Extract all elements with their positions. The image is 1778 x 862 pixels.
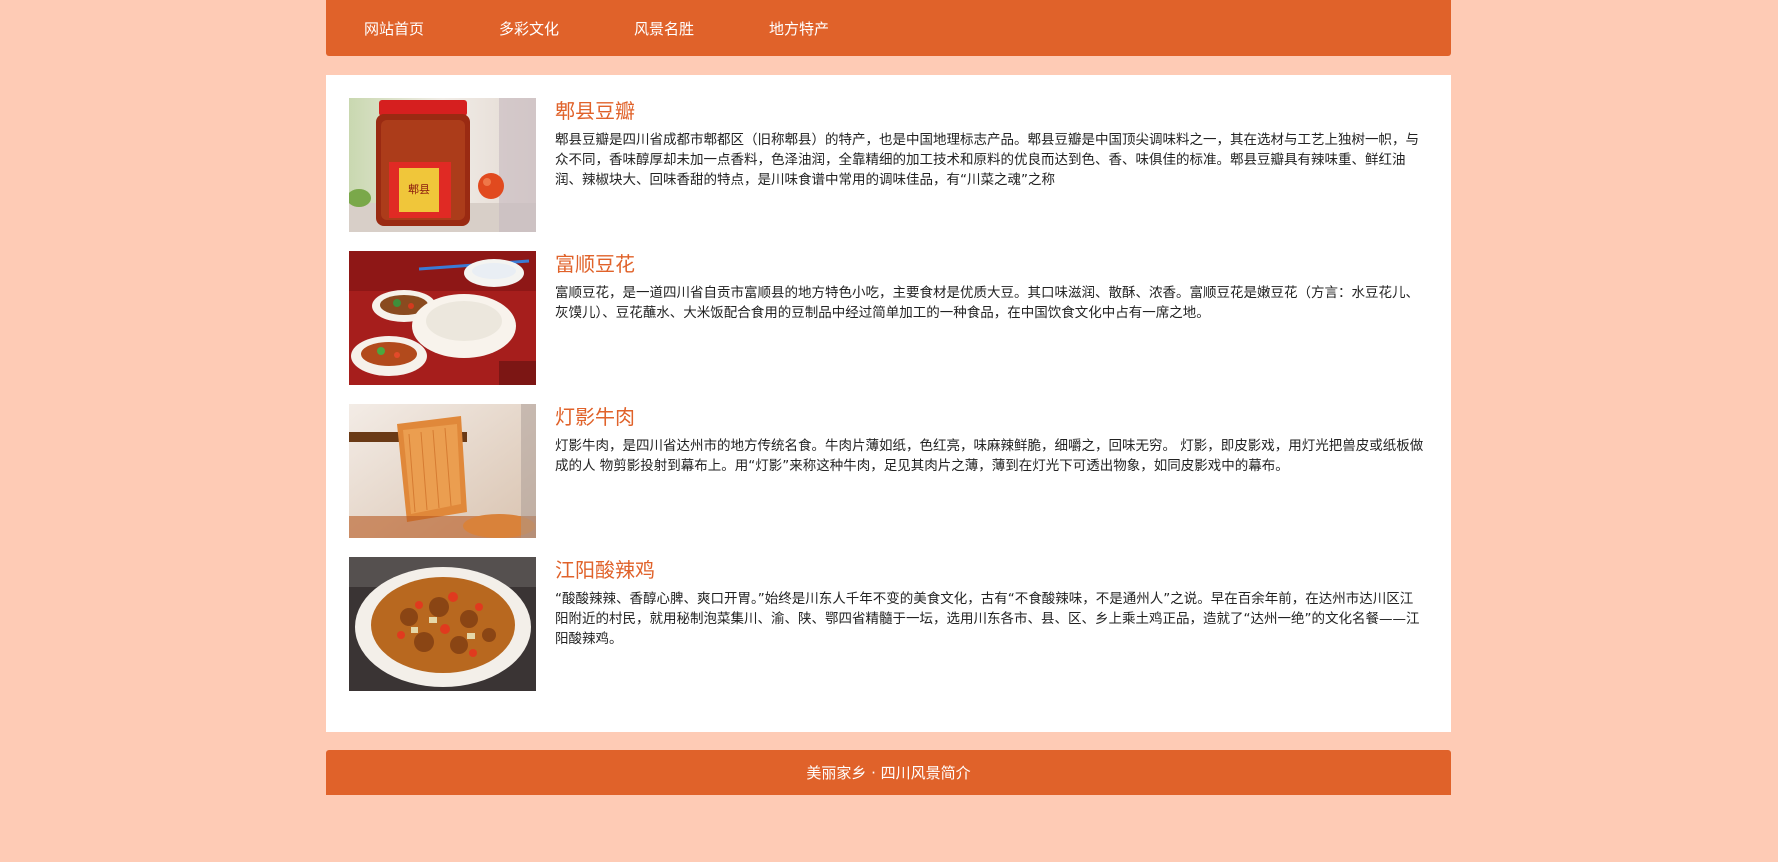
product-title[interactable]: 灯影牛肉 (555, 404, 1425, 430)
list-item: 灯影牛肉 灯影牛肉，是四川省达州市的地方传统名食。牛肉片薄如纸，色红亮，味麻辣鲜… (349, 404, 1429, 538)
product-description: 郫县豆瓣是四川省成都市郫都区（旧称郫县）的特产，也是中国地理标志产品。郫县豆瓣是… (555, 132, 1419, 188)
list-item: 郫县 郫县豆瓣 郫县豆瓣是四川省成都市郫都区（旧称郫县）的特产，也是中国地理标志… (349, 98, 1429, 232)
product-description: 灯影牛肉，是四川省达州市的地方传统名食。牛肉片薄如纸，色红亮，味麻辣鲜脆，细嚼之… (555, 438, 1424, 474)
svg-text:郫县: 郫县 (408, 182, 430, 196)
product-title[interactable]: 郫县豆瓣 (555, 98, 1425, 124)
nav-item-scenery[interactable]: 风景名胜 (634, 18, 694, 39)
footer-text: 美丽家乡 · 四川风景简介 (806, 764, 971, 782)
product-list: 郫县 郫县豆瓣 郫县豆瓣是四川省成都市郫都区（旧称郫县）的特产，也是中国地理标志… (326, 75, 1451, 732)
nav-item-culture[interactable]: 多彩文化 (499, 18, 559, 39)
product-text: 郫县豆瓣 郫县豆瓣是四川省成都市郫都区（旧称郫县）的特产，也是中国地理标志产品。… (555, 98, 1425, 190)
top-nav: 网站首页 多彩文化 风景名胜 地方特产 (326, 0, 1451, 56)
product-text: 灯影牛肉 灯影牛肉，是四川省达州市的地方传统名食。牛肉片薄如纸，色红亮，味麻辣鲜… (555, 404, 1425, 476)
product-title[interactable]: 富顺豆花 (555, 251, 1425, 277)
nav-item-specialties[interactable]: 地方特产 (769, 18, 829, 39)
page-wrapper: 网站首页 多彩文化 风景名胜 地方特产 郫县 郫县豆瓣 郫县豆瓣是四川省成都市郫… (326, 0, 1451, 795)
page-footer: 美丽家乡 · 四川风景简介 (326, 750, 1451, 795)
product-description: 富顺豆花，是一道四川省自贡市富顺县的地方特色小吃，主要食材是优质大豆。其口味滋润… (555, 285, 1419, 321)
product-title[interactable]: 江阳酸辣鸡 (555, 557, 1425, 583)
product-image-doufa (349, 251, 536, 385)
nav-item-home[interactable]: 网站首页 (364, 18, 424, 39)
list-item: 江阳酸辣鸡 “酸酸辣辣、香醇心脾、爽口开胃。”始终是川东人千年不变的美食文化，古… (349, 557, 1429, 691)
product-image-doubanjiang: 郫县 (349, 98, 536, 232)
product-image-beef (349, 404, 536, 538)
list-item: 富顺豆花 富顺豆花，是一道四川省自贡市富顺县的地方特色小吃，主要食材是优质大豆。… (349, 251, 1429, 385)
product-image-chicken (349, 557, 536, 691)
product-text: 富顺豆花 富顺豆花，是一道四川省自贡市富顺县的地方特色小吃，主要食材是优质大豆。… (555, 251, 1425, 323)
product-description: “酸酸辣辣、香醇心脾、爽口开胃。”始终是川东人千年不变的美食文化，古有“不食酸辣… (555, 591, 1420, 647)
product-text: 江阳酸辣鸡 “酸酸辣辣、香醇心脾、爽口开胃。”始终是川东人千年不变的美食文化，古… (555, 557, 1425, 649)
